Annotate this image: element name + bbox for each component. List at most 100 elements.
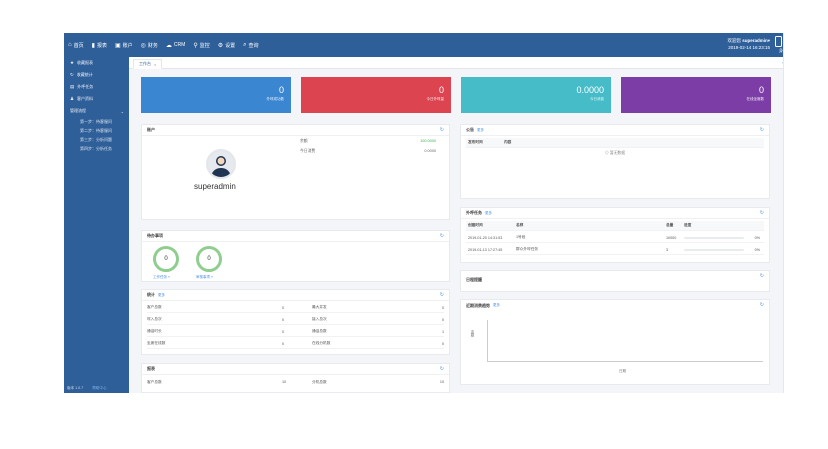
sidebar-subitem-1[interactable]: 第二步：待客服问 (64, 126, 129, 135)
trend-x-label: 日期 (619, 369, 626, 373)
summary-more-link[interactable]: 更多 (158, 293, 165, 298)
pending-title: 待办事项 (147, 233, 163, 238)
today-cost-row: 今日消费 0.0000 (300, 149, 436, 153)
tab-bar: 工作台 × » (129, 57, 783, 69)
sidebar: ★ 收藏报表 ↻ 收藏统计 ▤ 外呼任务 ♟ 客户资料 管理流程 ⌄ 第一步：待客服问 第二步：… (64, 57, 129, 393)
nav-label: 首页 (73, 42, 84, 49)
notice-empty: ⊙ 暂无数据 (604, 151, 626, 155)
refresh-icon[interactable]: ↻ (760, 210, 764, 216)
avatar (206, 149, 236, 179)
sidebar-item-0[interactable]: ★ 收藏报表 (64, 57, 129, 69)
phone-icon[interactable] (775, 36, 782, 47)
sidebar-item-2[interactable]: ▤ 外呼任务 (64, 81, 129, 93)
sidebar-subitem-3[interactable]: 第四步：分析任务 (64, 144, 129, 153)
nav-label: 监控 (199, 42, 210, 49)
current-datetime: 2019-02-14 16:23:15 (728, 45, 770, 50)
refresh-icon[interactable]: ↻ (440, 127, 444, 133)
nav-label: 设置 (225, 42, 236, 49)
home-icon: ⌂ (68, 42, 72, 48)
people-icon: ♟ (70, 96, 75, 101)
chevron-down-icon: ⌄ (120, 108, 124, 114)
review-circle[interactable]: 0 (196, 246, 222, 272)
schedule-title: 日程提醒 (466, 277, 482, 282)
close-icon[interactable]: × (154, 62, 156, 67)
refresh-icon[interactable]: ↻ (760, 127, 764, 133)
report-row: 客户总数 10 分机总数 10 (147, 379, 444, 385)
summary-row: 客户总数 0 最大并发 0 (147, 303, 444, 313)
nav-item-1[interactable]: ▮ 报表 (92, 42, 107, 49)
nav-item-2[interactable]: ▣ 账户 (115, 42, 133, 49)
nav-item-6[interactable]: ⚙ 设置 (218, 42, 235, 49)
stat-label: 今日外呼量 (426, 97, 445, 101)
version-text: 版本 1.0.7 (67, 386, 84, 390)
trend-title: 近期消费趋势 (466, 302, 490, 308)
list-icon: ▤ (70, 84, 75, 89)
stat-card-2[interactable]: 0.0000 今日消费 (461, 77, 611, 113)
notice-title: 公告 (466, 127, 474, 132)
tab-label: 工作台 (139, 61, 151, 66)
sidebar-footer: 版本 1.0.7 帮助中心 (67, 386, 107, 391)
sidebar-item-label: 客户资料 (77, 96, 94, 101)
schedule-card: 日程提醒 ↻ (460, 270, 770, 292)
sidebar-item-label: 收藏统计 (76, 72, 93, 77)
top-navbar: ⌂ 首页 ▮ 报表 ▣ 账户 ◎ 财务 ☁ CRM ⚲ 监控 ⚙ 设置 ⌕ 查询 欢迎您 superadmin… (64, 33, 783, 57)
main-nav: ⌂ 首页 ▮ 报表 ▣ 账户 ◎ 财务 ☁ CRM ⚲ 监控 ⚙ 设置 ⌕ 查询 (68, 42, 267, 49)
search-icon: ⌕ (243, 41, 247, 48)
review-link[interactable]: 审核事项 » (196, 275, 213, 280)
sidebar-item-1[interactable]: ↻ 收藏统计 (64, 69, 129, 81)
trend-y-label: 金额 (471, 330, 475, 337)
refresh-icon[interactable]: ↻ (440, 233, 444, 239)
user-info[interactable]: 欢迎您 superadmin▾ 2019-02-14 16:23:15 (727, 37, 770, 51)
nav-label: 账户 (122, 42, 133, 49)
greeting-text: 欢迎您 (727, 38, 741, 43)
sidebar-item-3[interactable]: ♟ 客户资料 (64, 93, 129, 105)
trend-more-link[interactable]: 更多 (493, 303, 500, 308)
call-task-row[interactable]: 2019-01-20 14:31:53 1号段 10000 0% (466, 233, 764, 243)
tab-workbench[interactable]: 工作台 × (133, 59, 163, 69)
call-task-title: 外呼任务 (466, 210, 482, 215)
account-title: 账户 (147, 127, 155, 132)
nav-item-0[interactable]: ⌂ 首页 (68, 42, 84, 49)
nav-item-7[interactable]: ⌕ 查询 (243, 42, 258, 49)
refresh-icon[interactable]: ↻ (440, 366, 444, 372)
stat-label: 今日消费 (590, 97, 604, 101)
refresh-icon[interactable]: ↻ (440, 292, 444, 298)
sidebar-item-label: 外呼任务 (77, 84, 94, 89)
nav-label: CRM (173, 42, 186, 48)
work-task-circle[interactable]: 0 (153, 246, 179, 272)
stat-card-0[interactable]: 0 外呼成功数 (141, 77, 291, 113)
stat-card-3[interactable]: 0 在线坐席数 (621, 77, 771, 113)
summary-row: 通话时长 0 通话总数 1 (147, 327, 444, 337)
trend-plot-area (487, 320, 763, 362)
sidebar-subitem-2[interactable]: 第三步：分析问题 (64, 135, 129, 144)
trend-card: 近期消费趋势 更多 ↻ 金额 日期 (460, 299, 770, 385)
sidebar-group-process[interactable]: 管理流程 ⌄ (64, 105, 129, 117)
user-name: superadmin (742, 38, 768, 43)
notice-more-link[interactable]: 更多 (477, 128, 484, 133)
progress-bar (684, 236, 744, 239)
stat-card-1[interactable]: 0 今日外呼量 (301, 77, 451, 113)
progress-bar (684, 248, 744, 251)
balance-row: 余额 100.0000 (300, 139, 436, 143)
notice-card: 公告 更多 ↻ 发布时间 内容 ⊙ 暂无数据 (460, 124, 770, 199)
refresh-icon[interactable]: ↻ (760, 302, 764, 308)
nav-item-4[interactable]: ☁ CRM (166, 42, 185, 49)
stat-label: 外呼成功数 (266, 97, 285, 101)
nav-item-3[interactable]: ◎ 财务 (141, 42, 158, 49)
work-task-link[interactable]: 工作任务 » (153, 275, 170, 280)
account-username: superadmin (194, 182, 236, 191)
call-task-row[interactable]: 2019-01-13 17:27:45 群众外呼任务 3 0% (466, 245, 764, 255)
refresh-icon[interactable]: ↻ (760, 273, 764, 279)
summary-row: 坐席在线数 0 在线分机数 0 (147, 339, 444, 349)
help-link[interactable]: 帮助中心 (92, 386, 106, 390)
chart-icon: ▮ (91, 42, 95, 49)
nav-label: 查询 (248, 42, 259, 49)
nav-item-5[interactable]: ⚲ 监控 (193, 42, 209, 49)
call-task-more-link[interactable]: 更多 (485, 211, 492, 216)
account-icon: ▣ (114, 42, 121, 49)
sidebar-subitem-0[interactable]: 第一步：待客服问 (64, 117, 129, 126)
pending-card: 待办事项 ↻ (141, 230, 450, 282)
summary-title: 统计 (147, 292, 155, 297)
tab-scroll-right-icon[interactable]: » (782, 60, 783, 65)
notice-header: 发布时间 内容 (466, 138, 764, 148)
